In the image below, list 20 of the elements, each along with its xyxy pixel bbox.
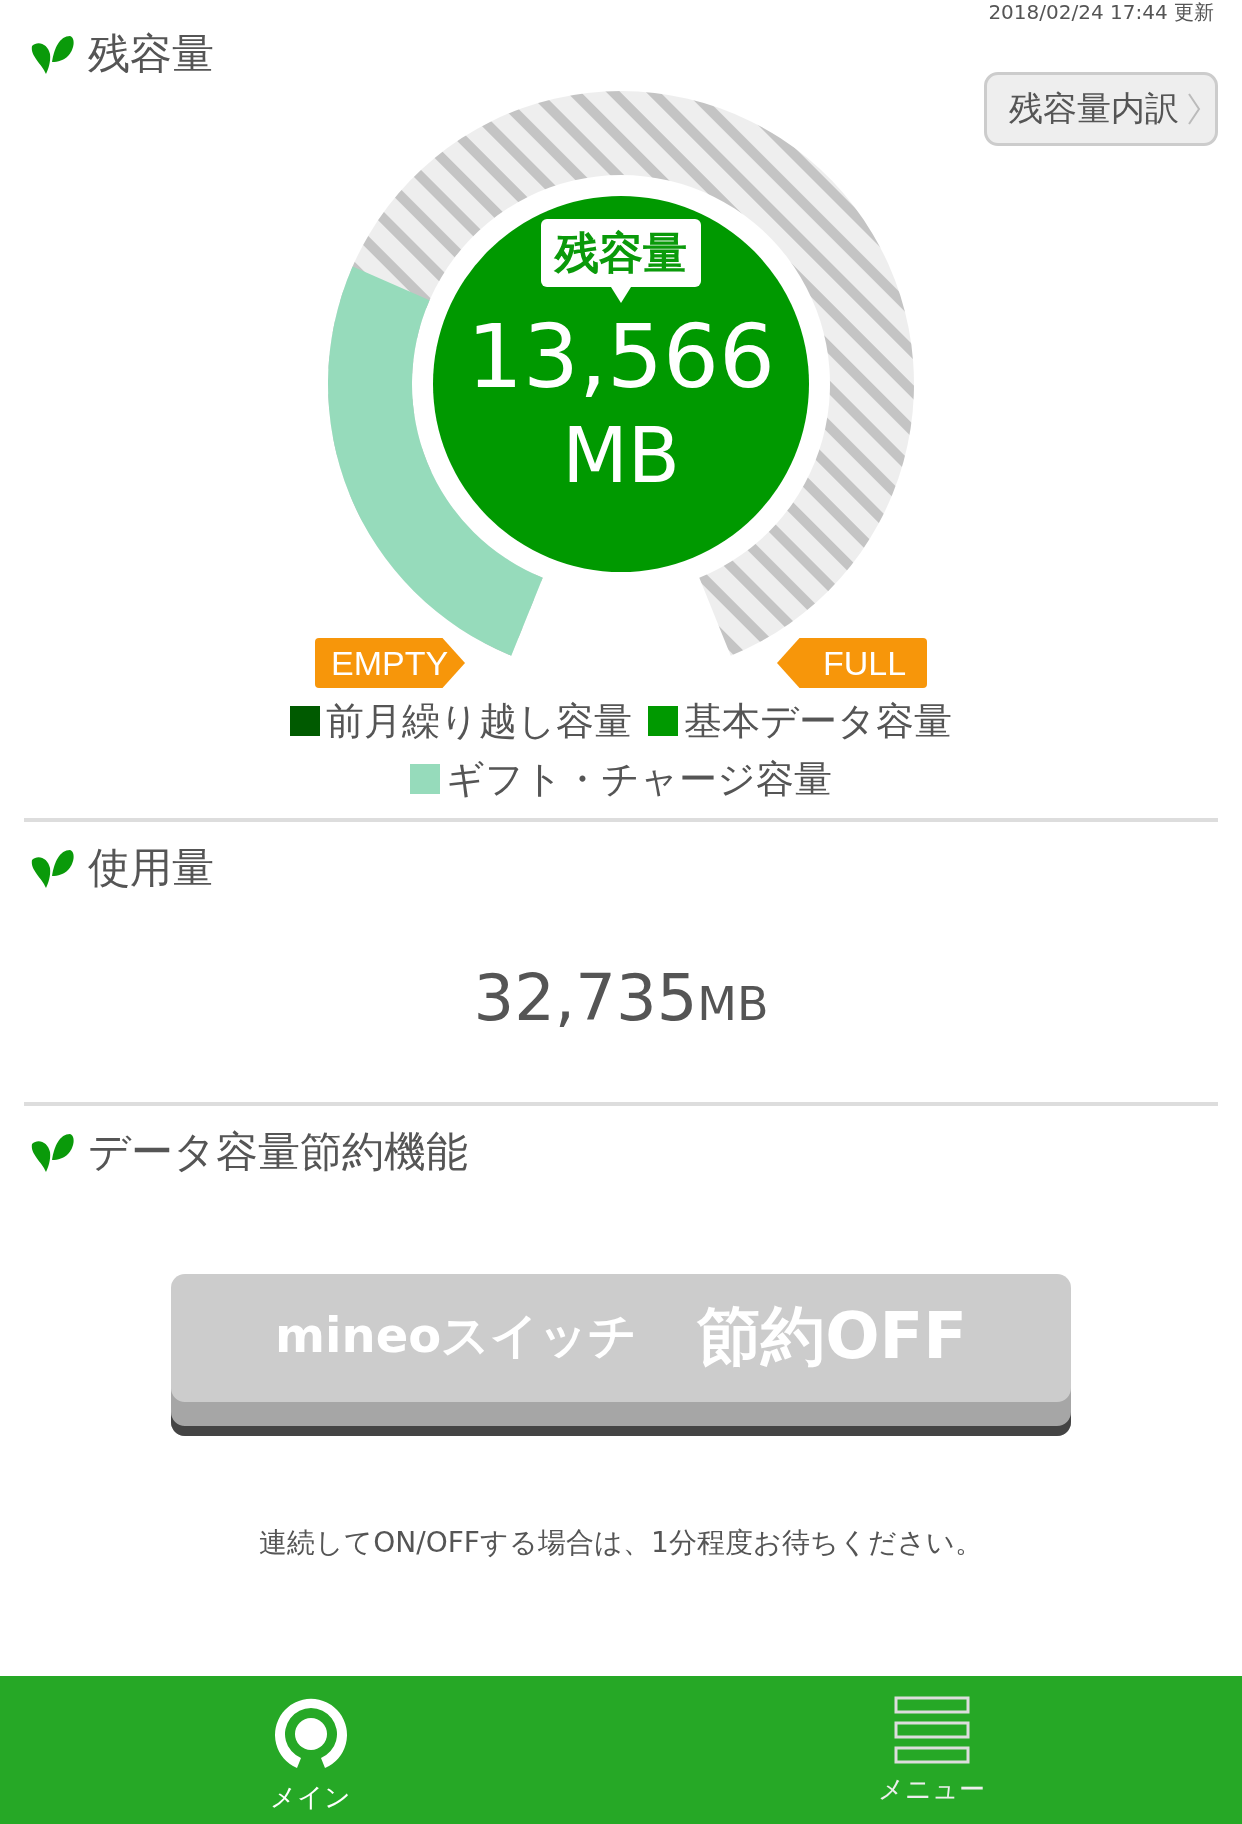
legend-label: 基本データ容量 <box>684 697 952 745</box>
updated-time: 2018/02/24 17:44 更新 <box>988 0 1214 24</box>
remaining-unit: MB <box>562 413 680 499</box>
full-tag: FULL <box>777 638 927 688</box>
remaining-value: 13,566 <box>467 307 775 407</box>
chevron-icon <box>1187 92 1201 126</box>
legend-label: ギフト・チャージ容量 <box>446 755 832 803</box>
nav-tab[interactable]: メニュー <box>621 1676 1242 1824</box>
empty-tag: EMPTY <box>315 638 465 688</box>
legend-label: 前月繰り越し容量 <box>326 697 632 745</box>
wait-note: 連続してON/OFFする場合は、1分程度お待ちください。 <box>258 1525 984 1561</box>
nav-tab[interactable]: メイン <box>0 1676 621 1824</box>
remaining-bubble: 残容量 <box>541 219 701 287</box>
breakdown-button[interactable]: 残容量内訳 <box>984 72 1218 146</box>
section-title: 使用量 <box>88 842 214 894</box>
usage-value: 32,735MB <box>473 962 769 1037</box>
bubble-pointer <box>611 287 631 303</box>
section-title: データ容量節約機能 <box>88 1126 468 1178</box>
section-title: 残容量 <box>88 28 214 80</box>
menu-icon <box>893 1696 970 1764</box>
